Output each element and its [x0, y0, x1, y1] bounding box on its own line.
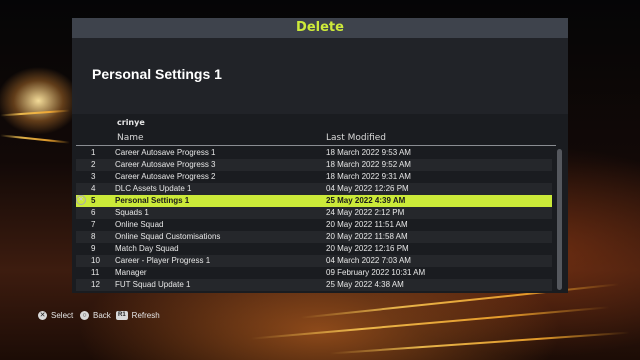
refresh-label: Refresh: [131, 311, 160, 320]
row-last-modified: 18 March 2022 9:53 AM: [326, 148, 411, 157]
row-last-modified: 24 May 2022 2:12 PM: [326, 208, 405, 217]
row-name: Match Day Squad: [115, 244, 179, 253]
row-name: Personal Settings 1: [115, 196, 190, 205]
light-streak: [250, 306, 610, 340]
row-last-modified: 25 May 2022 4:39 AM: [326, 196, 406, 205]
row-name: Career Autosave Progress 2: [115, 172, 216, 181]
refresh-hint[interactable]: R1 Refresh: [116, 311, 160, 321]
selected-file-title: Personal Settings 1: [92, 66, 222, 82]
table-row[interactable]: 6 Squads 1 24 May 2022 2:12 PM: [76, 207, 552, 219]
row-last-modified: 18 March 2022 9:52 AM: [326, 160, 411, 169]
file-rows: 1 Career Autosave Progress 1 18 March 2022…: [76, 147, 552, 291]
row-last-modified: 20 May 2022 12:16 PM: [326, 244, 409, 253]
row-name: Squads 1: [115, 208, 149, 217]
table-row[interactable]: 3 Career Autosave Progress 2 18 March 2022…: [76, 171, 552, 183]
row-last-modified: 04 March 2022 7:03 AM: [326, 256, 411, 265]
row-name: Online Squad: [115, 220, 164, 229]
row-number: 11: [91, 268, 100, 277]
dialog-title: Delete: [72, 18, 568, 38]
table-row[interactable]: 11 Manager 09 February 2022 10:31 AM: [76, 267, 552, 279]
cross-button-icon: ✕: [76, 195, 86, 205]
row-last-modified: 04 May 2022 12:26 PM: [326, 184, 409, 193]
light-streak: [0, 134, 70, 144]
row-number: 1: [91, 148, 96, 157]
row-number: 6: [91, 208, 96, 217]
select-hint[interactable]: ✕ Select: [38, 311, 74, 321]
row-number: 5: [91, 196, 96, 205]
row-name: DLC Assets Update 1: [115, 184, 192, 193]
row-name: Manager: [115, 268, 147, 277]
column-header-last-modified: Last Modified: [326, 133, 387, 143]
row-number: 9: [91, 244, 96, 253]
row-number: 10: [91, 256, 100, 265]
scrollbar[interactable]: [557, 149, 562, 290]
row-number: 3: [91, 172, 96, 181]
r1-button-icon: R1: [116, 311, 128, 321]
header-divider: [76, 145, 556, 146]
file-list: crinye Name Last Modified 1 Career Autosa…: [72, 114, 568, 293]
row-number: 12: [91, 280, 100, 289]
row-last-modified: 20 May 2022 11:51 AM: [326, 220, 408, 229]
row-name: Career - Player Progress 1: [115, 256, 211, 265]
back-hint[interactable]: ○ Back: [80, 311, 111, 321]
row-number: 2: [91, 160, 96, 169]
light-streak: [330, 331, 630, 355]
delete-dialog: Delete Personal Settings 1 crinye Name L…: [72, 18, 568, 293]
user-name: crinye: [117, 118, 145, 127]
cross-button-icon: ✕: [38, 311, 47, 321]
table-row[interactable]: 8 Online Squad Customisations 20 May 2022 …: [76, 231, 552, 243]
column-header-name: Name: [117, 133, 144, 143]
row-last-modified: 09 February 2022 10:31 AM: [326, 268, 426, 277]
table-row[interactable]: 1 Career Autosave Progress 1 18 March 2022…: [76, 147, 552, 159]
row-last-modified: 20 May 2022 11:58 AM: [326, 232, 408, 241]
light-streak: [0, 109, 70, 117]
table-row[interactable]: 7 Online Squad 20 May 2022 11:51 AM: [76, 219, 552, 231]
circle-button-icon: ○: [80, 311, 89, 321]
table-row[interactable]: 9 Match Day Squad 20 May 2022 12:16 PM: [76, 243, 552, 255]
table-row[interactable]: 4 DLC Assets Update 1 04 May 2022 12:26 PM: [76, 183, 552, 195]
row-number: 4: [91, 184, 96, 193]
back-label: Back: [93, 311, 111, 320]
row-name: FUT Squad Update 1: [115, 280, 191, 289]
table-row[interactable]: 12 FUT Squad Update 1 25 May 2022 4:38 AM: [76, 279, 552, 291]
table-row[interactable]: 10 Career - Player Progress 1 04 March 202…: [76, 255, 552, 267]
table-row[interactable]: 2 Career Autosave Progress 3 18 March 2022…: [76, 159, 552, 171]
row-name: Career Autosave Progress 3: [115, 160, 216, 169]
row-name: Online Squad Customisations: [115, 232, 221, 241]
row-last-modified: 18 March 2022 9:31 AM: [326, 172, 411, 181]
row-name: Career Autosave Progress 1: [115, 148, 216, 157]
select-label: Select: [51, 311, 74, 320]
row-number: 8: [91, 232, 96, 241]
row-last-modified: 25 May 2022 4:38 AM: [326, 280, 404, 289]
row-number: 7: [91, 220, 96, 229]
table-row-selected[interactable]: ✕ 5 Personal Settings 1 25 May 2022 4:39 AM: [76, 195, 552, 207]
